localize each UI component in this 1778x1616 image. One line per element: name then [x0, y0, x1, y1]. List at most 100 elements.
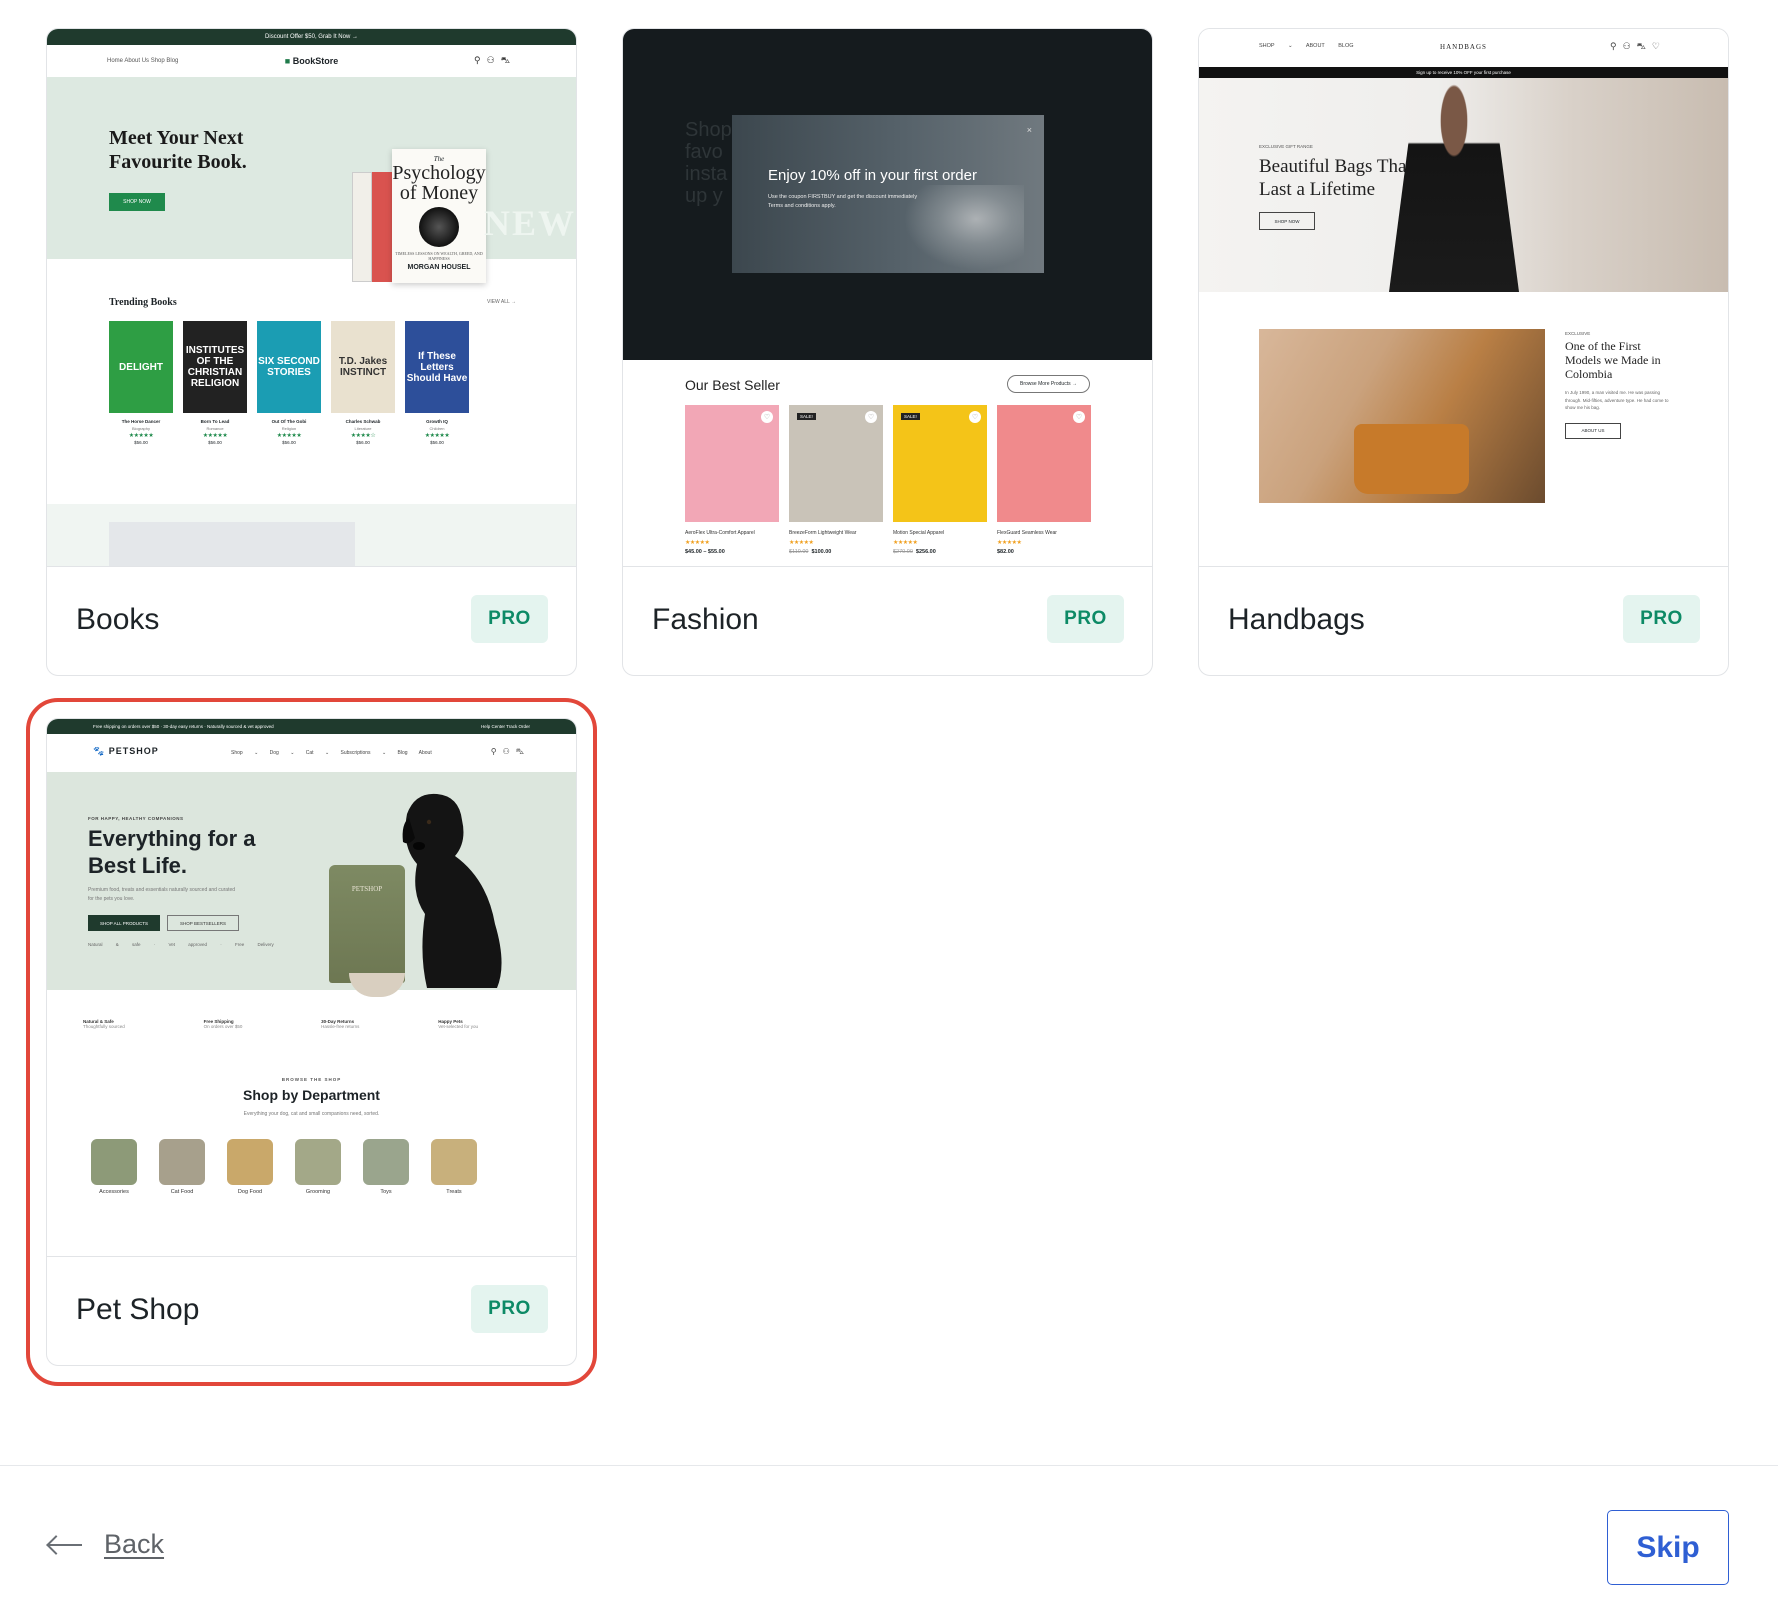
template-card-footer: Pet Shop PRO: [47, 1257, 576, 1365]
template-preview-fashion: Shop favo insta up y × Enjoy 10% off in …: [623, 29, 1152, 567]
preview-product-item: ♡ FlexGuard Seamless Wear ★★★★★ $82.00: [997, 405, 1091, 555]
template-card-pet-shop[interactable]: Free shipping on orders over $50 · 30-da…: [26, 698, 597, 1386]
preview-product-image: ♡: [997, 405, 1091, 522]
preview-book-category: Romance: [206, 426, 224, 431]
preview-browse-button: Browse More Products →: [1007, 375, 1090, 393]
preview-product-list: ♡ AeroFlex Ultra-Comfort Apparel ★★★★★ $45.…: [685, 405, 1091, 555]
preview-product-current-price: $45.00 – $55.00: [685, 549, 725, 555]
preview-product-price: $45.00 – $55.00: [685, 549, 779, 555]
preview-product-name: BreezeForm Lightweight Wear: [789, 530, 857, 536]
preview-popup-title: Enjoy 10% off in your first order: [768, 167, 977, 184]
back-label: Back: [104, 1529, 165, 1559]
preview-department-list: Accessories Cat Food Dog Food Grooming Toys T…: [91, 1139, 477, 1195]
back-button[interactable]: Back: [46, 1529, 164, 1560]
preview-department-image: [227, 1139, 273, 1185]
template-card-fashion[interactable]: Shop favo insta up y × Enjoy 10% off in …: [622, 28, 1153, 676]
preview-nav-links: Home About Us Shop Blog: [107, 58, 179, 64]
preview-book-price: $56.00: [208, 440, 222, 445]
preview-featured-book-title: Psychology of Money: [392, 162, 486, 204]
heart-icon: ♡: [865, 411, 877, 423]
preview-announcement: Sign up to receive 10% OFF your first pu…: [1199, 67, 1728, 78]
bag-photo: [1259, 329, 1545, 503]
preview-book-name: Growth IQ: [426, 419, 448, 424]
preview-department-image: [91, 1139, 137, 1185]
preview-feature-item: Free Shipping On orders over $50: [204, 1019, 243, 1029]
preview-department-image: [295, 1139, 341, 1185]
preview-feature-sub: On orders over $50: [203, 1024, 243, 1029]
preview-hero: EXCLUSIVE GIFT RANGE Beautiful Bags That…: [1199, 78, 1728, 292]
arrow-left-icon: [46, 1535, 84, 1555]
preview-book-name: Out Of The Gobi: [271, 419, 307, 424]
preview-product-image: ♡: [685, 405, 779, 522]
preview-story: EXCLUSIVE One of the First Models we Mad…: [1565, 331, 1675, 439]
template-card-footer: Handbags PRO: [1199, 567, 1728, 675]
book-cover-art-icon: [419, 207, 459, 247]
preview-nav: 🐾 PETSHOP Shop ⌄ Dog ⌄ Cat ⌄ Subscriptio…: [47, 734, 576, 772]
preview-book-price: $56.00: [356, 440, 370, 445]
preview-department-item: Dog Food: [227, 1139, 273, 1195]
preview-logo: ■ BookStore: [284, 56, 339, 66]
footer-divider: [0, 1465, 1778, 1466]
preview-section-title: Trending Books: [109, 297, 177, 308]
preview-book-price: $56.00: [282, 440, 296, 445]
preview-story-button: ABOUT US: [1565, 422, 1621, 439]
preview-feature-item: Natural & Safe Thoughtfully sourced: [83, 1019, 125, 1029]
close-icon: ×: [1026, 125, 1032, 135]
preview-book-stars: ★★★★★: [276, 433, 302, 439]
sale-badge: SALE!: [797, 413, 816, 420]
preview-book-cover: T.D. Jakes INSTINCT: [331, 321, 395, 413]
preview-book-list: DELIGHT The Horse Dancer Biography ★★★★★ $56…: [109, 321, 469, 445]
pro-badge: PRO: [471, 1285, 548, 1333]
preview-feature-sub: Vet-selected for you: [438, 1024, 478, 1029]
preview-department-label: Dog Food: [237, 1189, 263, 1195]
preview-view-all: VIEW ALL →: [487, 299, 516, 305]
preview-product-item: ♡ AeroFlex Ultra-Comfort Apparel ★★★★★ $45.…: [685, 405, 779, 555]
preview-book-price: $56.00: [134, 440, 148, 445]
preview-department-label: Accessories: [99, 1189, 129, 1195]
preview-book-name: Charles Schwab: [345, 419, 381, 424]
skip-button[interactable]: Skip: [1607, 1510, 1729, 1585]
preview-logo: HANDBAGS: [1440, 43, 1487, 51]
preview-feature-sub: Hassle-free returns: [321, 1024, 360, 1029]
template-preview-handbags: SHOP ⌄ ABOUT BLOG HANDBAGS ⚲⚇⛍♡ Sign up …: [1199, 29, 1728, 567]
preview-book-item: DELIGHT The Horse Dancer Biography ★★★★★ $56…: [109, 321, 173, 445]
preview-product-current-price: $100.00: [811, 549, 832, 555]
template-card-footer: Books PRO: [47, 567, 576, 675]
preview-department-item: Cat Food: [159, 1139, 205, 1195]
pro-badge: PRO: [1047, 595, 1124, 643]
preview-product-name: FlexGuard Seamless Wear: [997, 530, 1057, 536]
preview-product-name: AeroFlex Ultra-Comfort Apparel: [685, 530, 755, 536]
preview-nav-links: SHOP ⌄ ABOUT BLOG: [1259, 43, 1354, 49]
preview-department-label: Cat Food: [170, 1189, 194, 1195]
preview-hero-text: Premium food, treats and essentials natu…: [88, 887, 236, 902]
preview-book-spine: [352, 172, 372, 282]
preview-product-price: $82.00: [997, 549, 1091, 555]
preview-product-current-price: $82.00: [997, 549, 1014, 555]
preview-secondary-button: SHOP BESTSELLERS: [167, 915, 239, 931]
preview-nav-icons: ⚲⚇⛍: [474, 55, 516, 65]
preview-lower-band: [47, 504, 576, 566]
template-card-books[interactable]: Discount Offer $50, Grab It Now → Home A…: [46, 28, 577, 676]
preview-section-subtitle: Everything your dog, cat and small compa…: [243, 1111, 380, 1117]
preview-topbar: Discount Offer $50, Grab It Now →: [47, 29, 576, 45]
preview-department-item: Accessories: [91, 1139, 137, 1195]
preview-product-price: $110.00 $100.00: [789, 549, 883, 555]
sale-badge: SALE!: [901, 413, 920, 420]
preview-hero-ghost-text: Shop favo insta up y: [685, 119, 732, 207]
template-preview-books: Discount Offer $50, Grab It Now → Home A…: [47, 29, 576, 567]
preview-hero-kicker: EXCLUSIVE GIFT RANGE: [1259, 144, 1313, 149]
preview-book-stars: ★★★★★: [424, 433, 450, 439]
preview-story-title: One of the First Models we Made in Colom…: [1565, 339, 1661, 381]
preview-hero-button: SHOP NOW: [109, 193, 165, 211]
preview-book-spine: [372, 172, 392, 282]
preview-product-stars: ★★★★★: [997, 540, 1022, 546]
preview-book-category: Biography: [131, 426, 150, 431]
preview-section-title: Shop by Department: [243, 1087, 380, 1103]
preview-new-watermark: NEW: [483, 203, 576, 243]
pro-badge: PRO: [1623, 595, 1700, 643]
food-bowl: [349, 973, 405, 997]
preview-product-current-price: $256.00: [915, 549, 936, 555]
preview-story-text: In July 1990, a man visited me. He was p…: [1565, 390, 1669, 410]
template-card-handbags[interactable]: SHOP ⌄ ABOUT BLOG HANDBAGS ⚲⚇⛍♡ Sign up …: [1198, 28, 1729, 676]
preview-featured-book: The Psychology of Money TIMELESS LESSONS…: [392, 149, 486, 283]
